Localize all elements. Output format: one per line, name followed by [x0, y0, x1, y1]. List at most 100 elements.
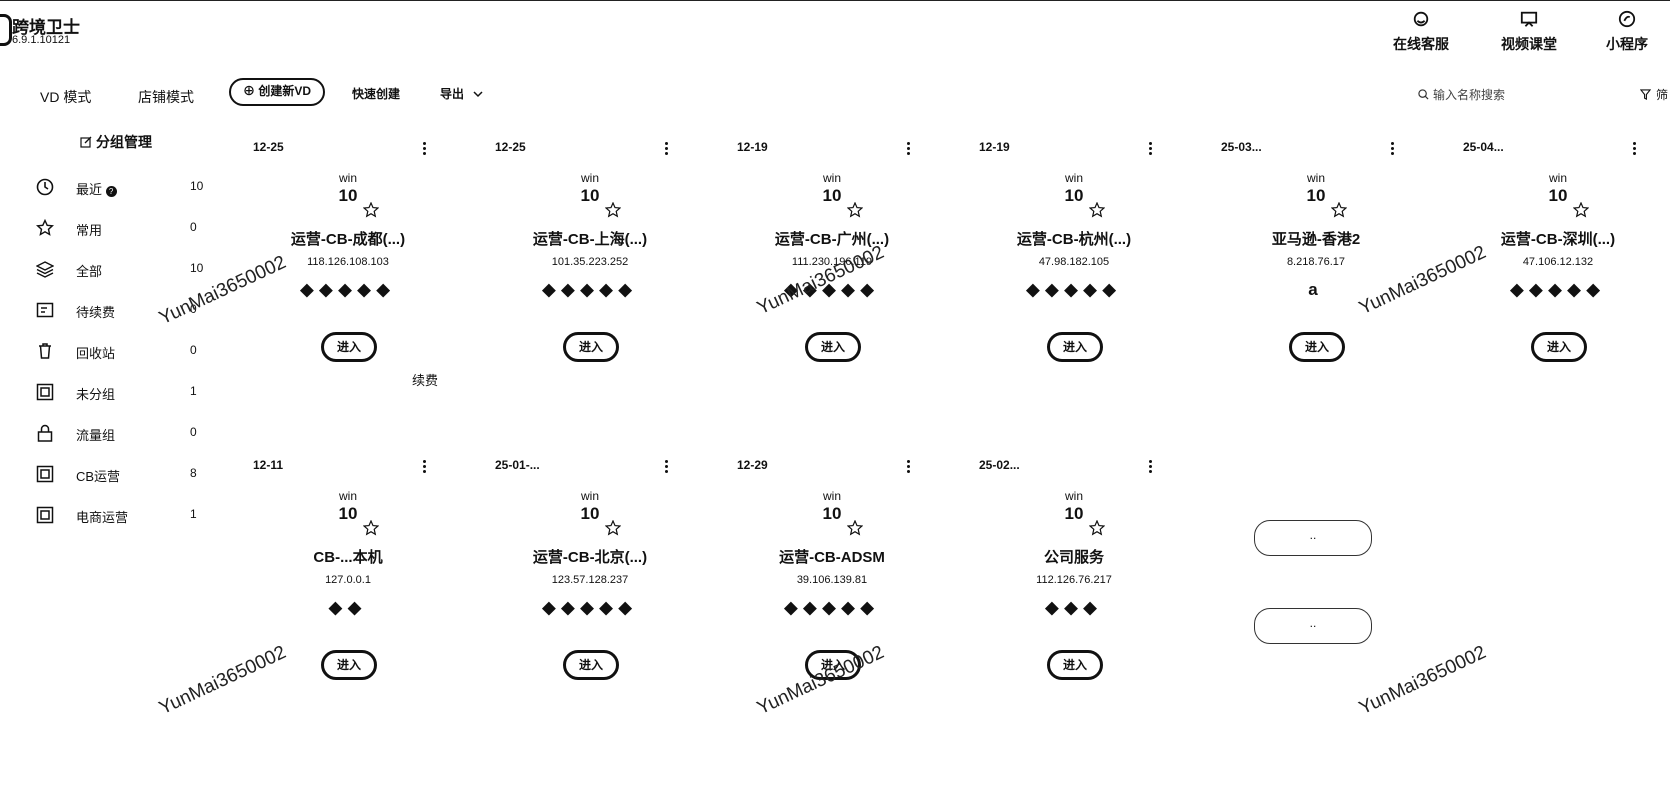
- vd-card[interactable]: 25-02... win 10 公司服务 112.126.76.217 ◆◆◆ …: [959, 458, 1189, 718]
- card-os-version: 10: [580, 186, 600, 205]
- edit-icon: [80, 136, 92, 148]
- sidebar-item-ecommerce-ops[interactable]: 电商运营 1: [36, 504, 197, 526]
- placeholder-button[interactable]: ..: [1254, 520, 1372, 556]
- renew-link[interactable]: 续费: [412, 370, 438, 389]
- sidebar-item-recycle-bin[interactable]: 回收站 0: [36, 340, 197, 362]
- clock-icon: [36, 178, 54, 196]
- enter-button[interactable]: 进入: [1047, 332, 1103, 362]
- create-new-vd-button[interactable]: ⊕ 创建新VD: [229, 78, 325, 106]
- sidebar-item-frequent[interactable]: 常用 0: [36, 217, 197, 239]
- enter-button[interactable]: 进入: [321, 332, 377, 362]
- favorite-star-icon[interactable]: [363, 202, 379, 218]
- vd-card[interactable]: 12-25 win 10 运营-CB-上海(...) 101.35.223.25…: [475, 140, 705, 400]
- enter-button[interactable]: 进入: [321, 650, 377, 680]
- quick-create-button[interactable]: 快速创建: [352, 85, 400, 102]
- sidebar-item-label: CB运营: [76, 469, 121, 484]
- card-os: win: [1064, 171, 1083, 185]
- enter-button[interactable]: 进入: [563, 650, 619, 680]
- platform-icons: ◆◆◆◆◆: [542, 598, 638, 617]
- video-class-button[interactable]: 视频课堂: [1494, 10, 1564, 54]
- vd-card[interactable]: 12-11 win 10 CB-...本机 127.0.0.1 ◆◆ 进入: [233, 458, 463, 718]
- vd-card[interactable]: 25-03... win 10 亚马逊-香港2 8.218.76.17 a 进入: [1201, 140, 1431, 400]
- group-icon: [36, 506, 54, 524]
- more-icon[interactable]: [423, 460, 427, 475]
- more-icon[interactable]: [423, 142, 427, 157]
- favorite-star-icon[interactable]: [847, 202, 863, 218]
- card-os-version: 10: [822, 186, 842, 205]
- sidebar-item-label: 常用: [76, 223, 103, 238]
- card-os-version: 10: [1548, 186, 1568, 205]
- platform-icons: ◆◆◆◆◆: [542, 280, 638, 299]
- more-icon[interactable]: [1149, 460, 1153, 475]
- more-icon[interactable]: [1149, 142, 1153, 157]
- sidebar-item-ungrouped[interactable]: 未分组 1: [36, 381, 197, 403]
- card-os: win: [1548, 171, 1567, 185]
- more-icon[interactable]: [1391, 142, 1395, 157]
- favorite-star-icon[interactable]: [847, 520, 863, 536]
- enter-button[interactable]: 进入: [1047, 650, 1103, 680]
- card-os: win: [580, 489, 599, 503]
- enter-button[interactable]: 进入: [1531, 332, 1587, 362]
- sidebar-item-cb-ops[interactable]: CB运营 8: [36, 463, 197, 485]
- enter-button[interactable]: 进入: [563, 332, 619, 362]
- help-icon: ?: [105, 186, 117, 197]
- trash-icon: [39, 343, 51, 359]
- card-name: CB-...本机: [313, 549, 383, 566]
- card-os: win: [338, 171, 357, 185]
- app-logo: [0, 14, 12, 46]
- card-name: 运营-CB-成都(...): [290, 231, 406, 248]
- card-date: 12-29: [737, 458, 768, 472]
- group-manage-button[interactable]: 分组管理: [80, 132, 152, 152]
- card-os: win: [338, 489, 357, 503]
- card-name: 公司服务: [1043, 549, 1104, 566]
- card-date: 12-11: [253, 458, 284, 472]
- shop-mode-tab[interactable]: 店铺模式: [138, 87, 194, 107]
- vd-mode-tab[interactable]: VD 模式: [40, 87, 91, 107]
- online-support-button[interactable]: 在线客服: [1386, 10, 1456, 54]
- group-manage-label: 分组管理: [96, 134, 152, 150]
- placeholder-button[interactable]: ..: [1254, 608, 1372, 644]
- sidebar-item-traffic-group[interactable]: 流量组 0: [36, 422, 197, 444]
- card-os-version: 10: [1306, 186, 1326, 205]
- filter-button[interactable]: 筛: [1639, 86, 1669, 103]
- card-os: win: [1064, 489, 1083, 503]
- star-icon: [36, 219, 54, 236]
- more-icon[interactable]: [665, 460, 669, 475]
- search-input[interactable]: 输入名称搜索: [1418, 86, 1505, 103]
- card-ip: 127.0.0.1: [325, 574, 371, 586]
- favorite-star-icon[interactable]: [1089, 202, 1105, 218]
- more-icon[interactable]: [665, 142, 669, 157]
- vd-card[interactable]: 25-04... win 10 运营-CB-深圳(...) 47.106.12.…: [1443, 140, 1670, 400]
- video-class-icon: [1520, 11, 1538, 27]
- mini-program-button[interactable]: 小程序: [1596, 10, 1658, 54]
- favorite-star-icon[interactable]: [1089, 520, 1105, 536]
- vd-card[interactable]: 25-01-... win 10 运营-CB-北京(...) 123.57.12…: [475, 458, 705, 718]
- more-icon[interactable]: [1633, 142, 1637, 157]
- card-os: win: [580, 171, 599, 185]
- more-icon[interactable]: [907, 460, 911, 475]
- enter-button[interactable]: 进入: [805, 332, 861, 362]
- vd-card[interactable]: 12-19 win 10 运营-CB-杭州(...) 47.98.182.105…: [959, 140, 1189, 400]
- sidebar-item-count: 0: [190, 425, 197, 439]
- filter-label: 筛: [1656, 88, 1669, 102]
- card-os: win: [1306, 171, 1325, 185]
- enter-button[interactable]: 进入: [1289, 332, 1345, 362]
- sidebar-item-count: 10: [190, 261, 204, 275]
- chevron-down-icon: [473, 91, 483, 98]
- group-icon: [36, 465, 54, 483]
- favorite-star-icon[interactable]: [1331, 202, 1347, 218]
- sidebar-item-recent[interactable]: 最近 ? 10: [36, 176, 203, 198]
- favorite-star-icon[interactable]: [605, 520, 621, 536]
- card-ip: 8.218.76.17: [1286, 256, 1346, 268]
- renew-icon: [36, 302, 54, 318]
- favorite-star-icon[interactable]: [605, 202, 621, 218]
- card-os: win: [822, 489, 841, 503]
- card-date: 25-02...: [979, 458, 1020, 472]
- favorite-star-icon[interactable]: [1573, 202, 1589, 218]
- more-icon[interactable]: [907, 142, 911, 157]
- sidebar-item-count: 1: [190, 507, 197, 521]
- sidebar-item-all[interactable]: 全部 10: [36, 258, 203, 280]
- favorite-star-icon[interactable]: [363, 520, 379, 536]
- sidebar-item-count: 0: [190, 343, 197, 357]
- export-button[interactable]: 导出: [440, 85, 483, 102]
